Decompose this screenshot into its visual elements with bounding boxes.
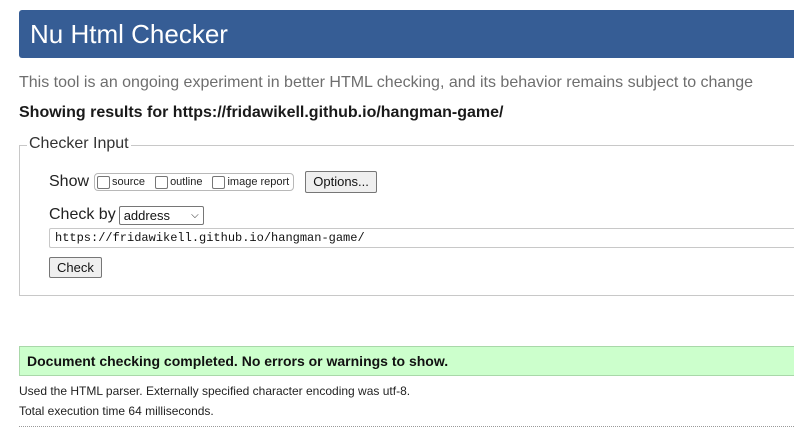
outline-checkbox-label: outline bbox=[170, 176, 203, 188]
options-button[interactable]: Options... bbox=[305, 171, 377, 193]
url-input[interactable]: https://fridawikell.github.io/hangman-ga… bbox=[49, 228, 794, 248]
check-by-label: Check by bbox=[49, 206, 116, 223]
check-button[interactable]: Check bbox=[49, 257, 102, 278]
checker-input-legend: Checker Input bbox=[27, 135, 131, 153]
check-by-select[interactable]: address ⌵ bbox=[118, 205, 204, 225]
show-source-option[interactable]: source bbox=[97, 175, 146, 189]
outline-checkbox[interactable] bbox=[155, 175, 169, 189]
show-options-group: source outline image report bbox=[94, 173, 295, 191]
chevron-down-icon: ⌵ bbox=[191, 209, 199, 221]
image-report-checkbox-label: image report bbox=[227, 176, 290, 188]
execution-time: Total execution time 64 milliseconds. bbox=[19, 404, 214, 418]
source-checkbox[interactable] bbox=[97, 175, 111, 189]
check-by-row: Check by address ⌵ bbox=[49, 205, 204, 225]
show-label: Show bbox=[49, 173, 90, 190]
image-report-checkbox[interactable] bbox=[212, 175, 226, 189]
results-for-heading: Showing results for https://fridawikell.… bbox=[19, 104, 504, 121]
page-title: Nu Html Checker bbox=[30, 19, 228, 49]
parser-info: Used the HTML parser. Externally specifi… bbox=[19, 384, 411, 398]
show-image-report-option[interactable]: image report bbox=[212, 175, 290, 189]
success-message: Document checking completed. No errors o… bbox=[19, 346, 794, 376]
check-by-selected-value: address bbox=[123, 207, 170, 223]
page-header: Nu Html Checker bbox=[19, 10, 794, 58]
tagline: This tool is an ongoing experiment in be… bbox=[19, 74, 754, 91]
source-checkbox-label: source bbox=[112, 176, 146, 188]
show-outline-option[interactable]: outline bbox=[155, 175, 203, 189]
show-row: Show source outline image report Options… bbox=[49, 171, 377, 193]
divider bbox=[19, 426, 794, 427]
